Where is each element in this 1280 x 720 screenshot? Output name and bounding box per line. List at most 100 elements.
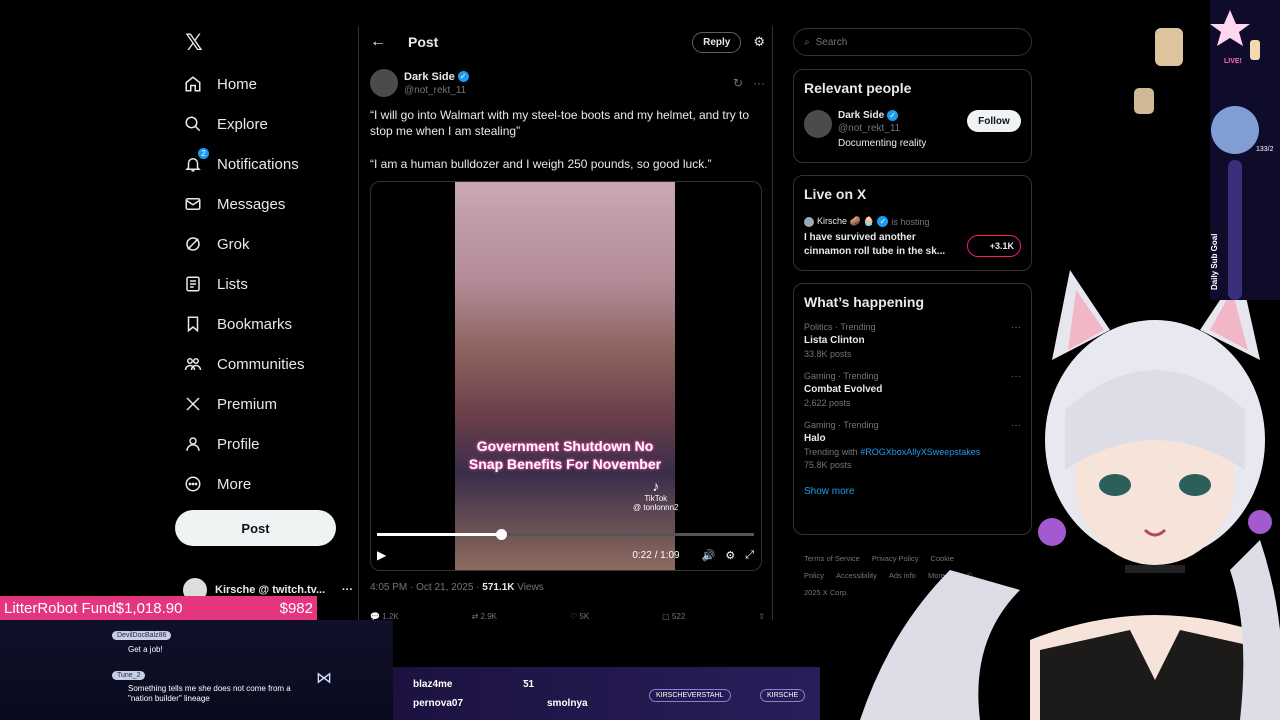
fullscreen-icon[interactable]: ⤢	[745, 549, 754, 562]
person-icon	[183, 434, 203, 454]
like-icon[interactable]: ♡ 5K	[570, 612, 589, 622]
nav-item-label: Home	[217, 75, 258, 93]
watermark-label: TikTok	[644, 494, 668, 503]
x-logo-icon[interactable]: 𝕏	[183, 32, 205, 54]
avatar	[804, 216, 814, 227]
fund-goal-bar: LitterRobot Fund $1,018.90 $982	[0, 596, 317, 620]
relevant-people-card: Relevant people Dark Side ✓ @not_rekt_11 …	[793, 69, 1032, 163]
notification-badge: 2	[198, 148, 209, 159]
person-name[interactable]: Dark Side	[838, 110, 884, 121]
post-button[interactable]: Post	[175, 510, 336, 546]
search-placeholder: Search	[815, 36, 848, 48]
post-actions: 💬 1.2K ⇄ 2.9K ♡ 5K ▢ 522 ⇧	[370, 612, 765, 622]
nav-item-messages[interactable]: Messages	[175, 184, 285, 224]
list-icon	[183, 274, 203, 294]
nav-item-more[interactable]: More	[175, 464, 251, 504]
bookmark-count: 522	[671, 612, 686, 621]
nav-item-label: More	[217, 475, 252, 493]
more-dots-icon[interactable]: ···	[342, 584, 353, 596]
author-name[interactable]: Dark Side	[404, 71, 455, 83]
back-arrow-icon[interactable]: ←	[370, 33, 396, 51]
subscriber-name: smolnya	[547, 698, 588, 709]
card-title: Live on X	[804, 186, 867, 202]
volume-icon[interactable]: 🔊	[702, 549, 716, 562]
subscriber-name: blaz4me	[413, 679, 453, 690]
nav-item-label: Lists	[217, 275, 248, 293]
video-player[interactable]: Government Shutdown No Snap Benefits For…	[370, 181, 762, 571]
home-icon	[183, 74, 203, 94]
search-input[interactable]: ⌕ Search	[793, 28, 1032, 56]
video-progress-bar[interactable]	[377, 529, 754, 540]
settings-icon[interactable]: ⚙	[725, 549, 735, 562]
discord-social-badge: KIRSCHE	[760, 689, 806, 702]
person-bio: Documenting reality	[838, 138, 927, 149]
nav-item-profile[interactable]: Profile	[175, 424, 260, 464]
stream-chat: DevilDocBalz86 Get a job! Tune_2 Somethi…	[0, 620, 393, 720]
sub-bar: blaz4me pernova07 Ƽ1 smolnya KIRSCHEVERS…	[393, 667, 820, 720]
grok-icon[interactable]: ↻	[733, 76, 743, 90]
post-text: “I am a human bulldozer and I weigh 250 …	[370, 157, 712, 171]
fund-label: LitterRobot Fund	[4, 599, 116, 617]
progress-fill	[377, 533, 502, 536]
post-author: Dark Side ✓ @not_rekt_11 ↻ ···	[370, 68, 765, 98]
chat-message: Something tells me she does not come fro…	[128, 684, 291, 703]
video-controls: ▶ 0:22 / 1:09 🔊 ⚙ ⤢	[377, 546, 754, 564]
subscriber-name: pernova07	[413, 698, 464, 709]
nav-item-label: Notifications	[217, 155, 299, 173]
grok-icon	[183, 234, 203, 254]
card-title: Relevant people	[804, 80, 912, 96]
like-count: 5K	[579, 612, 590, 621]
timestamp[interactable]: 4:05 PM · Oct 21, 2025 ·	[370, 582, 482, 593]
more-dots-icon[interactable]: ···	[753, 76, 765, 90]
video-time: 0:22 / 1:09	[632, 549, 680, 561]
verified-icon: ✓	[887, 110, 899, 121]
chat-message: Get a job!	[128, 645, 163, 654]
avatar[interactable]	[370, 69, 398, 97]
sliders-icon[interactable]: ⚙	[753, 34, 765, 50]
bell-icon: 2	[183, 148, 209, 174]
video-caption: Government Shutdown No Snap Benefits For…	[455, 437, 675, 473]
communities-icon	[183, 354, 203, 374]
person-handle[interactable]: @not_rekt_11	[838, 123, 967, 134]
nav-item-home[interactable]: Home	[175, 64, 257, 104]
caption-line: Snap Benefits For November	[468, 456, 662, 472]
bow-icon: ⋈	[316, 670, 332, 687]
follow-button[interactable]: Follow	[967, 110, 1021, 132]
subscriber-name: Ƽ1	[523, 679, 535, 690]
avatar[interactable]	[804, 110, 832, 138]
nav-item-label: Premium	[217, 395, 278, 413]
views-count: 571.1K	[482, 582, 515, 593]
play-icon[interactable]: ▶	[377, 548, 397, 562]
mail-icon	[183, 194, 203, 214]
nav-item-lists[interactable]: Lists	[175, 264, 248, 304]
nav-item-bookmarks[interactable]: Bookmarks	[175, 304, 292, 344]
x-icon	[183, 394, 203, 414]
caption-line: Government Shutdown No	[476, 438, 654, 454]
fund-goal: $982	[279, 599, 313, 617]
views-label: Views	[514, 582, 544, 593]
nav-item-notifications[interactable]: 2 Notifications	[175, 144, 299, 184]
page-title: Post	[408, 34, 439, 50]
bookmark-icon[interactable]: ▢ 522	[662, 612, 685, 622]
search-icon	[183, 114, 203, 134]
fund-amount: $1,018.90	[115, 599, 183, 617]
nav-item-grok[interactable]: Grok	[175, 224, 250, 264]
nav-item-label: Messages	[217, 195, 286, 213]
nav-item-label: Profile	[217, 435, 260, 453]
tiktok-watermark: ♪ TikTok @ tonlonnn2	[633, 478, 679, 512]
post-meta: 4:05 PM · Oct 21, 2025 · 571.1K Views	[370, 582, 544, 593]
nav-item-communities[interactable]: Communities	[175, 344, 305, 384]
author-handle[interactable]: @not_rekt_11	[404, 85, 733, 96]
share-icon[interactable]: ⇧	[758, 612, 765, 622]
sub-goal-label: Daily Sub Goal	[1210, 233, 1219, 290]
tiktok-icon: ♪	[652, 478, 660, 494]
watermark-handle: @ tonlonnn2	[633, 503, 679, 512]
repost-icon[interactable]: ⇄ 2.9K	[472, 612, 497, 622]
search-icon: ⌕	[804, 36, 810, 48]
reply-button[interactable]: Reply	[692, 31, 742, 53]
nav-item-explore[interactable]: Explore	[175, 104, 268, 144]
post-header: ← Post Reply ⚙	[370, 28, 765, 56]
verified-icon: ✓	[457, 71, 469, 82]
sub-goal-counter: 133/2	[1256, 146, 1274, 153]
nav-item-premium[interactable]: Premium	[175, 384, 277, 424]
